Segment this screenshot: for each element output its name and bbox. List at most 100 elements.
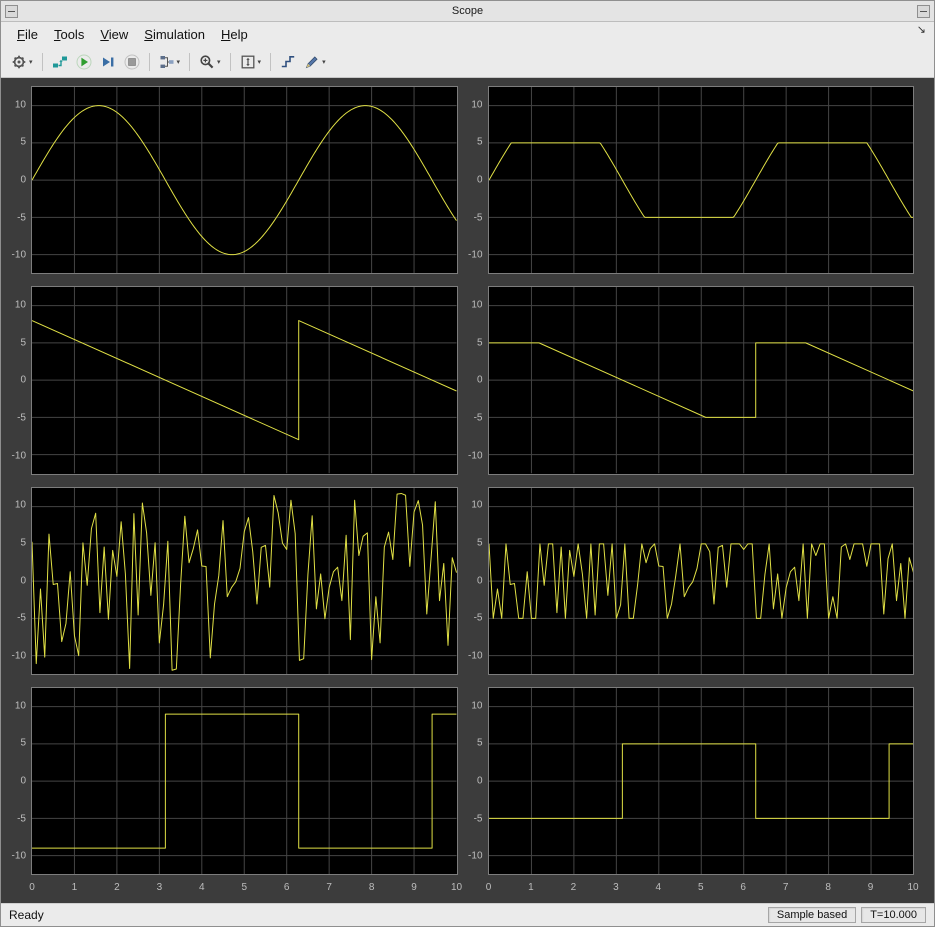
y-tick-label: -10: [11, 850, 26, 862]
menu-view[interactable]: View: [92, 25, 136, 44]
y-axis-random-noise: 10 5 0 -5 -10: [7, 487, 31, 675]
plot-svg-saturated-square: [489, 688, 914, 874]
window-title: Scope: [451, 5, 484, 17]
menu-file[interactable]: File: [9, 25, 46, 44]
trigger-button[interactable]: [276, 51, 300, 73]
y-tick-label: 0: [476, 575, 483, 587]
y-tick-label: -5: [17, 412, 26, 424]
x-tick-label: 10: [907, 882, 919, 893]
scope-axes-sawtooth: 10 5 0 -5 -10: [7, 286, 458, 475]
y-tick-label: 10: [471, 299, 483, 311]
signal-selector-button[interactable]: ▾: [155, 51, 185, 73]
plot-sine: [31, 86, 458, 275]
y-tick-label: 5: [476, 537, 483, 549]
window-close-button[interactable]: [917, 4, 930, 18]
step-forward-button[interactable]: [96, 51, 120, 73]
x-axis-labels: 0 1 2 3 4 5 6 7 8 9 10: [486, 882, 919, 896]
y-tick-label: 5: [20, 136, 26, 148]
window-close-icon: [920, 10, 927, 12]
autoscale-icon: [241, 55, 254, 69]
run-icon: [76, 54, 92, 70]
scope-canvas: 10 5 0 -5 -10 10 5 0 -5 -10 10 5 0 -5 -10 10 5 0 -5 -10 10 5 0…: [1, 78, 934, 903]
measurements-caret-icon: ▾: [322, 58, 326, 66]
run-button[interactable]: [72, 51, 96, 73]
plot-svg-saturated-sine: [489, 87, 914, 273]
plot-square: [31, 686, 458, 875]
plot-saturated-square: [487, 686, 914, 875]
y-tick-label: 5: [476, 337, 483, 349]
y-tick-label: 5: [20, 337, 26, 349]
y-tick-label: 0: [20, 575, 26, 587]
menu-help[interactable]: Help: [213, 25, 256, 44]
show-simulink-diagram-button[interactable]: [48, 51, 72, 73]
y-tick-label: 0: [476, 775, 483, 787]
autoscale-caret-icon: ▾: [257, 58, 262, 66]
settings-gear-icon: [12, 55, 26, 69]
x-tick-label: 6: [283, 882, 290, 893]
menu-bar: File Tools View Simulation Help ↘: [1, 22, 934, 47]
settings-caret-icon: ▾: [29, 58, 33, 66]
toolbar-separator: [270, 53, 272, 71]
x-tick-label: 0: [29, 882, 35, 893]
x-tick-label: 1: [528, 882, 534, 893]
plot-sawtooth: [31, 286, 458, 475]
y-tick-label: 5: [20, 537, 26, 549]
y-tick-label: 10: [471, 499, 483, 511]
plots-grid: 10 5 0 -5 -10 10 5 0 -5 -10 10 5 0 -5 -10 10 5 0 -5 -10 10 5 0…: [7, 86, 919, 901]
scope-axes-sine: 10 5 0 -5 -10: [7, 86, 458, 275]
toolbar: ▾ ▾ ▾ ▾ ▾: [1, 47, 934, 78]
scope-axes-saturated-noise: 10 5 0 -5 -10: [464, 486, 914, 675]
y-tick-label: -5: [17, 813, 26, 825]
toolbar-separator: [41, 53, 43, 71]
y-axis-saturated-noise: 10 5 0 -5 -10: [464, 487, 488, 675]
y-tick-label: -10: [11, 249, 26, 261]
x-axis-labels: 0 1 2 3 4 5 6 7 8 9 10: [29, 882, 462, 896]
plot-svg-random-noise: [32, 488, 457, 674]
y-tick-label: 5: [20, 737, 26, 749]
x-tick-label: 10: [450, 882, 463, 893]
menu-tools[interactable]: Tools: [46, 25, 92, 44]
y-tick-label: 0: [476, 374, 483, 386]
x-tick-label: 7: [326, 882, 332, 893]
x-tick-label: 4: [655, 882, 662, 893]
plot-svg-saturated-noise: [489, 488, 914, 674]
plot-saturated-noise: [487, 486, 914, 675]
autoscale-button[interactable]: ▾: [236, 51, 266, 73]
x-tick-label: 4: [199, 882, 205, 893]
menu-simulation[interactable]: Simulation: [136, 25, 213, 44]
y-tick-label: 0: [476, 174, 483, 186]
zoom-magnifier-icon: [200, 55, 214, 69]
y-tick-label: 5: [476, 136, 483, 148]
y-tick-label: -5: [473, 212, 483, 224]
measurements-button[interactable]: ▾: [300, 51, 330, 73]
window-menu-icon: [8, 10, 15, 12]
y-tick-label: 0: [20, 374, 26, 386]
y-tick-label: -5: [17, 612, 26, 624]
x-tick-label: 5: [241, 882, 248, 893]
zoom-caret-icon: ▾: [217, 58, 221, 66]
scope-axes-saturated-sawtooth: 10 5 0 -5 -10: [464, 286, 914, 475]
x-tick-label: 1: [71, 882, 78, 893]
status-text: Ready: [9, 908, 44, 922]
y-tick-label: -5: [17, 212, 26, 224]
y-tick-label: 10: [14, 299, 26, 311]
y-axis-sine: 10 5 0 -5 -10: [7, 86, 31, 274]
y-tick-label: -5: [473, 612, 483, 624]
y-tick-label: -5: [473, 813, 483, 825]
y-tick-label: 10: [14, 700, 26, 712]
scope-axes-saturated-square: 10 5 0 -5 -10: [464, 686, 914, 875]
window-menu-button[interactable]: [5, 4, 18, 18]
x-tick-label: 8: [825, 882, 831, 893]
y-tick-label: -10: [11, 650, 26, 662]
x-tick-label: 5: [697, 882, 704, 893]
plot-svg-saturated-sawtooth: [489, 287, 914, 473]
plot-saturated-sawtooth: [487, 286, 914, 475]
settings-button[interactable]: ▾: [7, 51, 37, 73]
dock-arrow-icon[interactable]: ↘: [917, 23, 926, 36]
zoom-button[interactable]: ▾: [195, 51, 225, 73]
pen-icon: [305, 56, 318, 69]
stop-button[interactable]: [120, 51, 144, 73]
y-tick-label: 10: [14, 99, 26, 111]
y-tick-label: 10: [471, 99, 483, 111]
stop-icon: [124, 54, 140, 70]
